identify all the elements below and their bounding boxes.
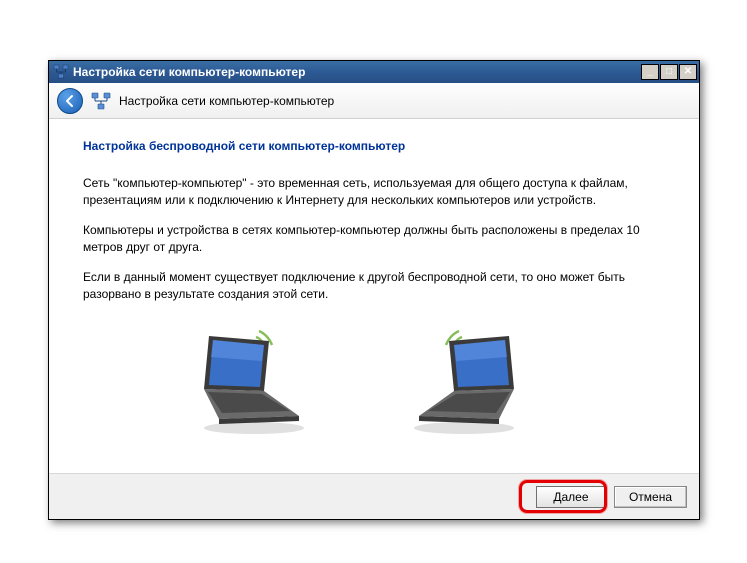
paragraph-1: Сеть "компьютер-компьютер" - это временн… xyxy=(83,175,643,210)
wizard-window: Настройка сети компьютер-компьютер _ □ ✕ xyxy=(48,60,700,520)
paragraph-3: Если в данный момент существует подключе… xyxy=(83,269,643,304)
maximize-button[interactable]: □ xyxy=(660,64,678,80)
content-area: Настройка беспроводной сети компьютер-ко… xyxy=(49,119,699,473)
page-heading: Настройка беспроводной сети компьютер-ко… xyxy=(83,139,665,153)
laptop-right-icon xyxy=(404,321,554,436)
next-button[interactable]: Далее xyxy=(536,486,606,508)
footer-bar: Далее Отмена xyxy=(49,473,699,519)
titlebar: Настройка сети компьютер-компьютер _ □ ✕ xyxy=(49,61,699,83)
network-icon xyxy=(53,64,69,80)
laptop-left-icon xyxy=(164,321,314,436)
cancel-button[interactable]: Отмена xyxy=(614,486,687,508)
network-topology-icon xyxy=(91,91,111,111)
header-title: Настройка сети компьютер-компьютер xyxy=(119,94,334,108)
header-bar: Настройка сети компьютер-компьютер xyxy=(49,83,699,119)
window-title: Настройка сети компьютер-компьютер xyxy=(73,65,640,79)
illustration xyxy=(83,321,665,436)
paragraph-2: Компьютеры и устройства в сетях компьюте… xyxy=(83,222,643,257)
back-button[interactable] xyxy=(57,88,83,114)
minimize-button[interactable]: _ xyxy=(641,64,659,80)
close-button[interactable]: ✕ xyxy=(679,64,697,80)
